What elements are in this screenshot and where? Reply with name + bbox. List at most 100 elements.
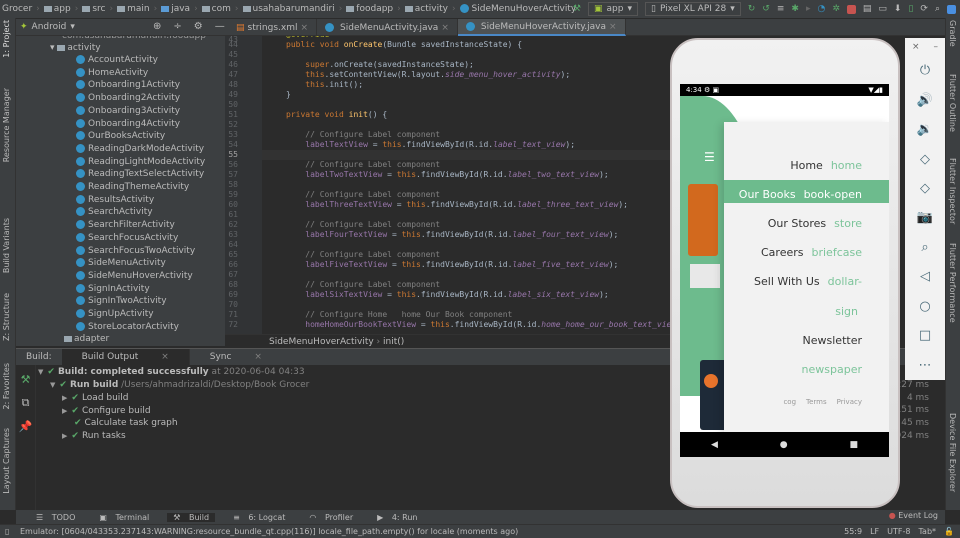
tool-resource-manager[interactable]: Resource Manager <box>2 88 11 162</box>
power-icon[interactable]: ⏻ <box>920 56 930 85</box>
tool-device-file-explorer[interactable]: Device File Explorer <box>948 413 957 492</box>
debug-icon[interactable]: ✱ <box>791 4 799 14</box>
tool-flutter-inspector[interactable]: Flutter Inspector <box>948 158 957 224</box>
tree-file[interactable]: SignInActivity <box>76 283 150 294</box>
terminal-icon[interactable]: ▭ <box>878 4 887 14</box>
hamburger-menu-icon[interactable]: ☰ <box>704 150 715 164</box>
menu-item-our-stores[interactable]: Our Stores store <box>768 217 862 230</box>
bottom-tab-terminal[interactable]: ▣ Terminal <box>93 513 155 522</box>
gear-icon[interactable]: ⚙ <box>194 21 203 32</box>
attach-debugger-icon[interactable]: ✲ <box>832 4 840 14</box>
avd-manager-icon[interactable]: ▯ <box>908 4 913 14</box>
expand-arrow-icon[interactable]: ▶ <box>62 432 67 440</box>
breadcrumb-item[interactable]: com <box>201 4 231 14</box>
build-step-row[interactable]: ✔ Calculate task graph <box>74 418 178 428</box>
project-structure-icon[interactable]: ▤ <box>863 4 872 14</box>
volume-down-icon[interactable]: 🔉 <box>917 115 933 144</box>
tree-file[interactable]: StoreLocatorActivity <box>76 321 179 332</box>
overview-icon[interactable]: ■ <box>850 440 859 450</box>
tree-file[interactable]: ReadingDarkModeActivity <box>76 143 204 154</box>
package-folder[interactable]: com.usahabarumandiri.foodapp <box>62 36 206 41</box>
rotate-right-icon[interactable]: ◇ <box>920 174 930 203</box>
tool-structure[interactable]: Z: Structure <box>2 293 11 341</box>
profile-icon[interactable]: ◔ <box>817 4 825 14</box>
breadcrumb-item[interactable]: Grocer <box>2 4 32 14</box>
crumb-method[interactable]: init() <box>383 337 404 347</box>
book-cover-image[interactable] <box>688 184 718 256</box>
expand-arrow-icon[interactable]: ▶ <box>62 407 67 415</box>
menu-item-careers[interactable]: Careers briefcase <box>761 246 862 259</box>
breadcrumb-item[interactable]: app <box>43 4 71 14</box>
tool-gradle[interactable]: Gradle <box>948 20 957 47</box>
tree-file[interactable]: SideMenuHoverActivity <box>76 270 193 281</box>
apply-changes-icon[interactable]: ↻ <box>748 4 756 14</box>
tree-file[interactable]: Onboarding1Activity <box>76 80 180 90</box>
breadcrumb-item[interactable]: usahabarumandiri <box>242 4 335 14</box>
tree-file[interactable]: ReadingTextSelectActivity <box>76 169 204 179</box>
indent[interactable]: Tab* <box>918 527 936 536</box>
cursor-position[interactable]: 55:9 <box>844 527 862 536</box>
locate-icon[interactable]: ⊕ <box>153 21 161 32</box>
editor-tab[interactable]: ▤ strings.xml × <box>228 19 318 36</box>
tree-file[interactable]: SearchFilterActivity <box>76 220 175 230</box>
tree-folder-activity[interactable]: ▾ activity <box>50 43 101 53</box>
breadcrumb-item[interactable]: main <box>117 4 150 14</box>
footer-link-privacy[interactable]: Privacy <box>837 398 862 406</box>
breadcrumb-item[interactable]: activity <box>404 4 448 14</box>
close-tab-icon[interactable]: × <box>609 22 617 32</box>
bottom-tab-todo[interactable]: ☰ TODO <box>30 513 81 522</box>
tree-file[interactable]: OurBooksActivity <box>76 131 165 141</box>
avatar[interactable] <box>947 4 956 14</box>
breadcrumb-item[interactable]: src <box>82 4 105 14</box>
bottom-tab-profiler[interactable]: ◠ Profiler <box>303 513 359 522</box>
zoom-icon[interactable]: ⌕ <box>921 233 928 262</box>
apply-code-changes-icon[interactable]: ↺ <box>762 4 770 14</box>
logcat-icon[interactable]: ≡ <box>777 4 785 14</box>
project-view-select[interactable]: ✦ Android ▾ <box>20 22 75 32</box>
menu-item-newsletter[interactable]: Newsletter <box>803 334 862 347</box>
bottom-tab-run[interactable]: ▶ 4: Run <box>371 513 423 522</box>
tree-file[interactable]: SideMenuActivity <box>76 258 166 268</box>
tree-file[interactable]: SearchActivity <box>76 207 153 217</box>
volume-up-icon[interactable]: 🔊 <box>917 85 933 114</box>
home-icon[interactable]: ○ <box>919 292 930 321</box>
close-icon[interactable]: × <box>912 42 920 52</box>
tree-file[interactable]: ReadingThemeActivity <box>76 182 189 192</box>
build-step-row[interactable]: ▶ ✔ Load build <box>62 393 129 403</box>
menu-item-our-books[interactable]: Our Books book-open <box>739 188 862 201</box>
menu-item-home[interactable]: Home home <box>790 159 862 172</box>
line-separator[interactable]: LF <box>870 527 879 536</box>
code-editor[interactable]: @Overridepublic void onCreate(Bundle sav… <box>262 36 672 334</box>
back-icon[interactable]: ◀ <box>711 440 718 450</box>
stop-icon[interactable] <box>846 4 856 14</box>
editor-tab[interactable]: SideMenuActivity.java × <box>317 19 458 36</box>
footer-link-terms[interactable]: Terms <box>806 398 827 406</box>
tree-file[interactable]: SignInTwoActivity <box>76 296 167 306</box>
tool-flutter-outline[interactable]: Flutter Outline <box>948 74 957 132</box>
tool-project[interactable]: 1: Project <box>2 20 11 58</box>
tool-flutter-performance[interactable]: Flutter Performance <box>948 243 957 323</box>
lock-icon[interactable]: 🔓 <box>944 527 954 536</box>
tree-file[interactable]: Onboarding4Activity <box>76 118 180 129</box>
tool-build-variants[interactable]: Build Variants <box>2 218 11 273</box>
expand-arrow-icon[interactable]: ▶ <box>62 394 67 402</box>
tree-file[interactable]: HomeActivity <box>76 67 148 78</box>
build-root-row[interactable]: ▼ ✔ Build: completed successfully at 2020-… <box>38 367 305 377</box>
home-icon[interactable]: ● <box>780 440 788 450</box>
run-config-select[interactable]: ▣ app ▾ <box>587 2 638 16</box>
footer-link-cog[interactable]: cog <box>783 398 796 406</box>
close-tab-icon[interactable]: × <box>441 23 449 33</box>
tree-folder-adapter[interactable]: adapter <box>64 334 109 344</box>
bottom-tab-logcat[interactable]: ≡ 6: Logcat <box>227 513 291 522</box>
minimize-icon[interactable]: – <box>934 42 939 52</box>
editor-tab[interactable]: SideMenuHoverActivity.java × <box>457 19 626 36</box>
sync-icon[interactable]: ⟳ <box>920 4 928 14</box>
build-step-row[interactable]: ▶ ✔ Run tasks <box>62 431 126 441</box>
rotate-left-icon[interactable]: ◇ <box>920 144 930 173</box>
status-message[interactable]: Emulator: [0604/043353.237143:WARNING:re… <box>20 527 518 536</box>
tree-file[interactable]: SignUpActivity <box>76 309 154 319</box>
expand-arrow-icon[interactable]: ▼ <box>38 368 43 376</box>
tree-file[interactable]: Onboarding2Activity <box>76 93 180 103</box>
tree-file[interactable]: SearchFocusActivity <box>76 232 178 243</box>
collapse-icon[interactable]: ÷ <box>173 21 181 32</box>
